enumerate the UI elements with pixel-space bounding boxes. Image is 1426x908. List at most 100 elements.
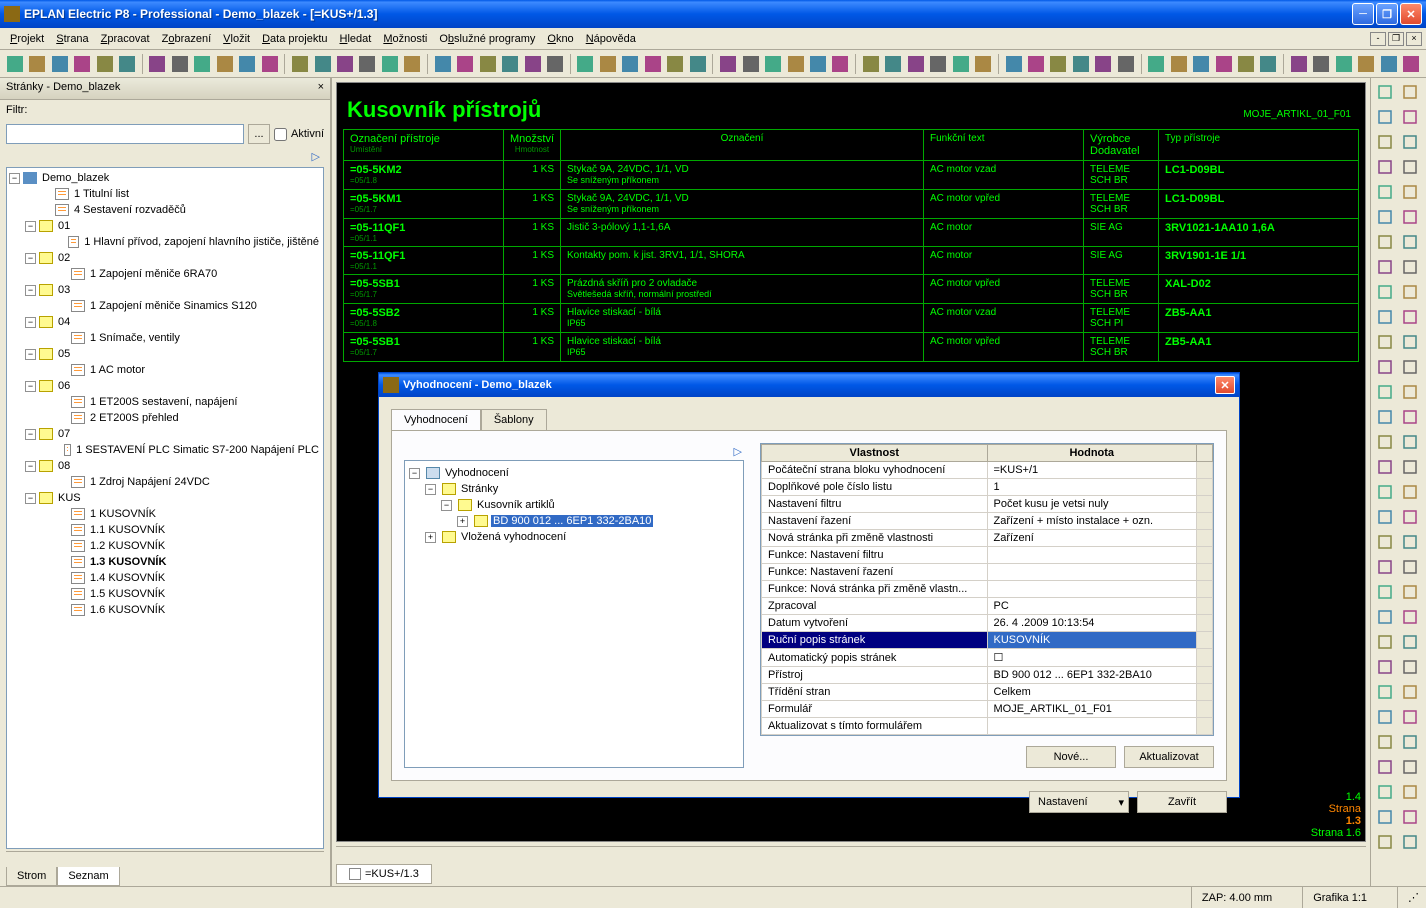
right-tool-23[interactable] [1398,355,1422,379]
toolbar-button-9[interactable] [214,53,235,75]
right-tool-45[interactable] [1398,630,1422,654]
right-tool-16[interactable] [1373,280,1397,304]
toolbar-button-50[interactable] [1190,53,1211,75]
toolbar-button-14[interactable] [334,53,355,75]
toolbar-button-46[interactable] [1093,53,1114,75]
toolbar-button-30[interactable] [717,53,738,75]
property-row[interactable]: Funkce: Nová stránka při změně vlastn... [762,581,1213,598]
toolbar-button-6[interactable] [147,53,168,75]
dialog-tab-vyhodnoceni[interactable]: Vyhodnocení [391,409,481,430]
tree-node[interactable]: 1 Zapojení měniče 6RA70 [9,266,321,282]
toolbar-button-32[interactable] [762,53,783,75]
mdi-minimize[interactable]: - [1370,32,1386,46]
minimize-button[interactable]: ─ [1352,3,1374,25]
right-tool-52[interactable] [1373,730,1397,754]
tree-node[interactable]: −KUS [9,490,321,506]
right-tool-26[interactable] [1373,405,1397,429]
right-tool-40[interactable] [1373,580,1397,604]
property-row[interactable]: Ruční popis stránekKUSOVNÍK [762,632,1213,649]
toolbar-button-44[interactable] [1048,53,1069,75]
right-tool-19[interactable] [1398,305,1422,329]
right-tool-44[interactable] [1373,630,1397,654]
right-tool-33[interactable] [1398,480,1422,504]
tree-node[interactable]: 1 Hlavní přívod, zapojení hlavního jisti… [9,234,321,250]
toolbar-button-47[interactable] [1115,53,1136,75]
property-row[interactable]: Třídění stranCelkem [762,684,1213,701]
menu-data-projektu[interactable]: Data projektu [256,31,333,47]
toolbar-button-19[interactable] [455,53,476,75]
right-tool-36[interactable] [1373,530,1397,554]
toolbar-button-33[interactable] [785,53,806,75]
property-row[interactable]: Funkce: Nastavení řazení [762,564,1213,581]
grid-col-value[interactable]: Hodnota [987,445,1197,462]
toolbar-button-34[interactable] [807,53,828,75]
tree-node[interactable]: 1 Zapojení měniče Sinamics S120 [9,298,321,314]
document-tab[interactable]: =KUS+/1.3 [336,864,432,884]
toolbar-button-17[interactable] [402,53,423,75]
dialog-tree-node[interactable]: +BD 900 012 ... 6EP1 332-2BA10 [409,513,739,529]
property-row[interactable]: Aktualizovat s tímto formulářem [762,718,1213,735]
toolbar-button-15[interactable] [357,53,378,75]
property-row[interactable]: FormulářMOJE_ARTIKL_01_F01 [762,701,1213,718]
property-row[interactable]: Datum vytvoření26. 4 .2009 10:13:54 [762,615,1213,632]
tree-node[interactable]: 1 Snímače, ventily [9,330,321,346]
tree-node[interactable]: 1 Zdroj Napájení 24VDC [9,474,321,490]
tree-toggle-icon[interactable]: + [457,516,468,527]
right-tool-10[interactable] [1373,205,1397,229]
property-value[interactable] [987,718,1197,735]
right-tool-28[interactable] [1373,430,1397,454]
menu-strana[interactable]: Strana [50,31,94,47]
right-tool-50[interactable] [1373,705,1397,729]
dialog-close-button[interactable]: ✕ [1215,376,1235,394]
property-row[interactable]: Nastavení filtruPočet kusu je vetsi nuly [762,496,1213,513]
tree-node[interactable]: −06 [9,378,321,394]
tree-toggle-icon[interactable]: − [409,468,420,479]
right-tool-27[interactable] [1398,405,1422,429]
toolbar-button-18[interactable] [432,53,453,75]
tree-node[interactable]: 1.6 KUSOVNÍK [9,602,321,618]
right-tool-42[interactable] [1373,605,1397,629]
grid-scrollbar[interactable] [1197,445,1213,462]
toolbar-button-0[interactable] [4,53,25,75]
toolbar-button-38[interactable] [905,53,926,75]
tree-toggle-icon[interactable]: + [425,532,436,543]
right-tool-49[interactable] [1398,680,1422,704]
toolbar-button-31[interactable] [740,53,761,75]
tree-node[interactable]: −03 [9,282,321,298]
filter-browse-button[interactable]: ... [248,124,270,144]
right-tool-2[interactable] [1373,105,1397,129]
property-value[interactable] [987,564,1197,581]
right-tool-37[interactable] [1398,530,1422,554]
toolbar-button-40[interactable] [950,53,971,75]
property-value[interactable]: 1 [987,479,1197,496]
toolbar-button-20[interactable] [477,53,498,75]
right-tool-24[interactable] [1373,380,1397,404]
property-value[interactable]: BD 900 012 ... 6EP1 332-2BA10 [987,667,1197,684]
tree-root[interactable]: −Demo_blazek [9,170,321,186]
right-tool-13[interactable] [1398,230,1422,254]
toolbar-button-13[interactable] [312,53,333,75]
right-tool-21[interactable] [1398,330,1422,354]
dialog-titlebar[interactable]: Vyhodnocení - Demo_blazek ✕ [379,373,1239,397]
right-tool-6[interactable] [1373,155,1397,179]
tree-node[interactable]: 1 KUSOVNÍK [9,506,321,522]
tree-node[interactable]: −02 [9,250,321,266]
property-grid[interactable]: Vlastnost Hodnota Počáteční strana bloku… [760,443,1214,736]
toolbar-button-12[interactable] [289,53,310,75]
property-value[interactable]: KUSOVNÍK [987,632,1197,649]
mdi-close[interactable]: × [1406,32,1422,46]
mdi-restore[interactable]: ❐ [1388,32,1404,46]
property-value[interactable]: MOJE_ARTIKL_01_F01 [987,701,1197,718]
toolbar-button-26[interactable] [620,53,641,75]
toolbar-button-43[interactable] [1025,53,1046,75]
sidebar-close-icon[interactable]: × [318,81,324,96]
toolbar-button-35[interactable] [830,53,851,75]
right-tool-60[interactable] [1373,830,1397,854]
tree-toggle-icon[interactable]: − [25,221,36,232]
right-tool-61[interactable] [1398,830,1422,854]
right-tool-12[interactable] [1373,230,1397,254]
toolbar-button-2[interactable] [49,53,70,75]
right-tool-20[interactable] [1373,330,1397,354]
menu-napoveda[interactable]: Nápověda [580,31,642,47]
tree-node[interactable]: 1.2 KUSOVNÍK [9,538,321,554]
